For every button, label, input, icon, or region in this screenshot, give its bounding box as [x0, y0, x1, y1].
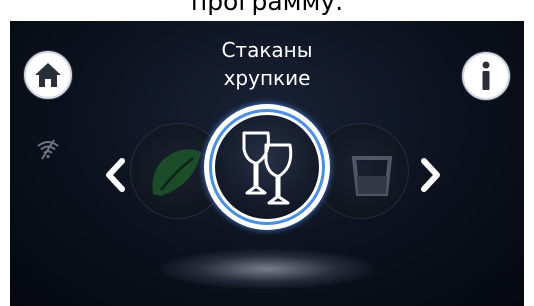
caption-text: программу.: [190, 0, 344, 16]
program-title-line2: хрупкие: [223, 66, 311, 90]
screenshot-frame: программу. Стаканы хрупкие: [0, 0, 534, 306]
appliance-display: Стаканы хрупкие: [10, 21, 524, 306]
home-button[interactable]: [24, 51, 72, 99]
pedestal-glow: [160, 249, 374, 289]
chevron-right-icon[interactable]: [418, 155, 444, 195]
selected-program[interactable]: [204, 104, 330, 230]
info-button[interactable]: [462, 52, 510, 100]
program-title: Стаканы хрупкие: [167, 36, 367, 92]
program-title-line1: Стаканы: [221, 38, 313, 62]
selection-ring: [209, 109, 325, 225]
home-icon: [35, 63, 61, 87]
wifi-disconnected-icon: [37, 139, 59, 160]
selected-program-core: [212, 112, 322, 222]
info-icon: [482, 61, 490, 90]
chevron-left-icon[interactable]: [102, 155, 128, 195]
wine-glasses-icon: [242, 131, 293, 205]
